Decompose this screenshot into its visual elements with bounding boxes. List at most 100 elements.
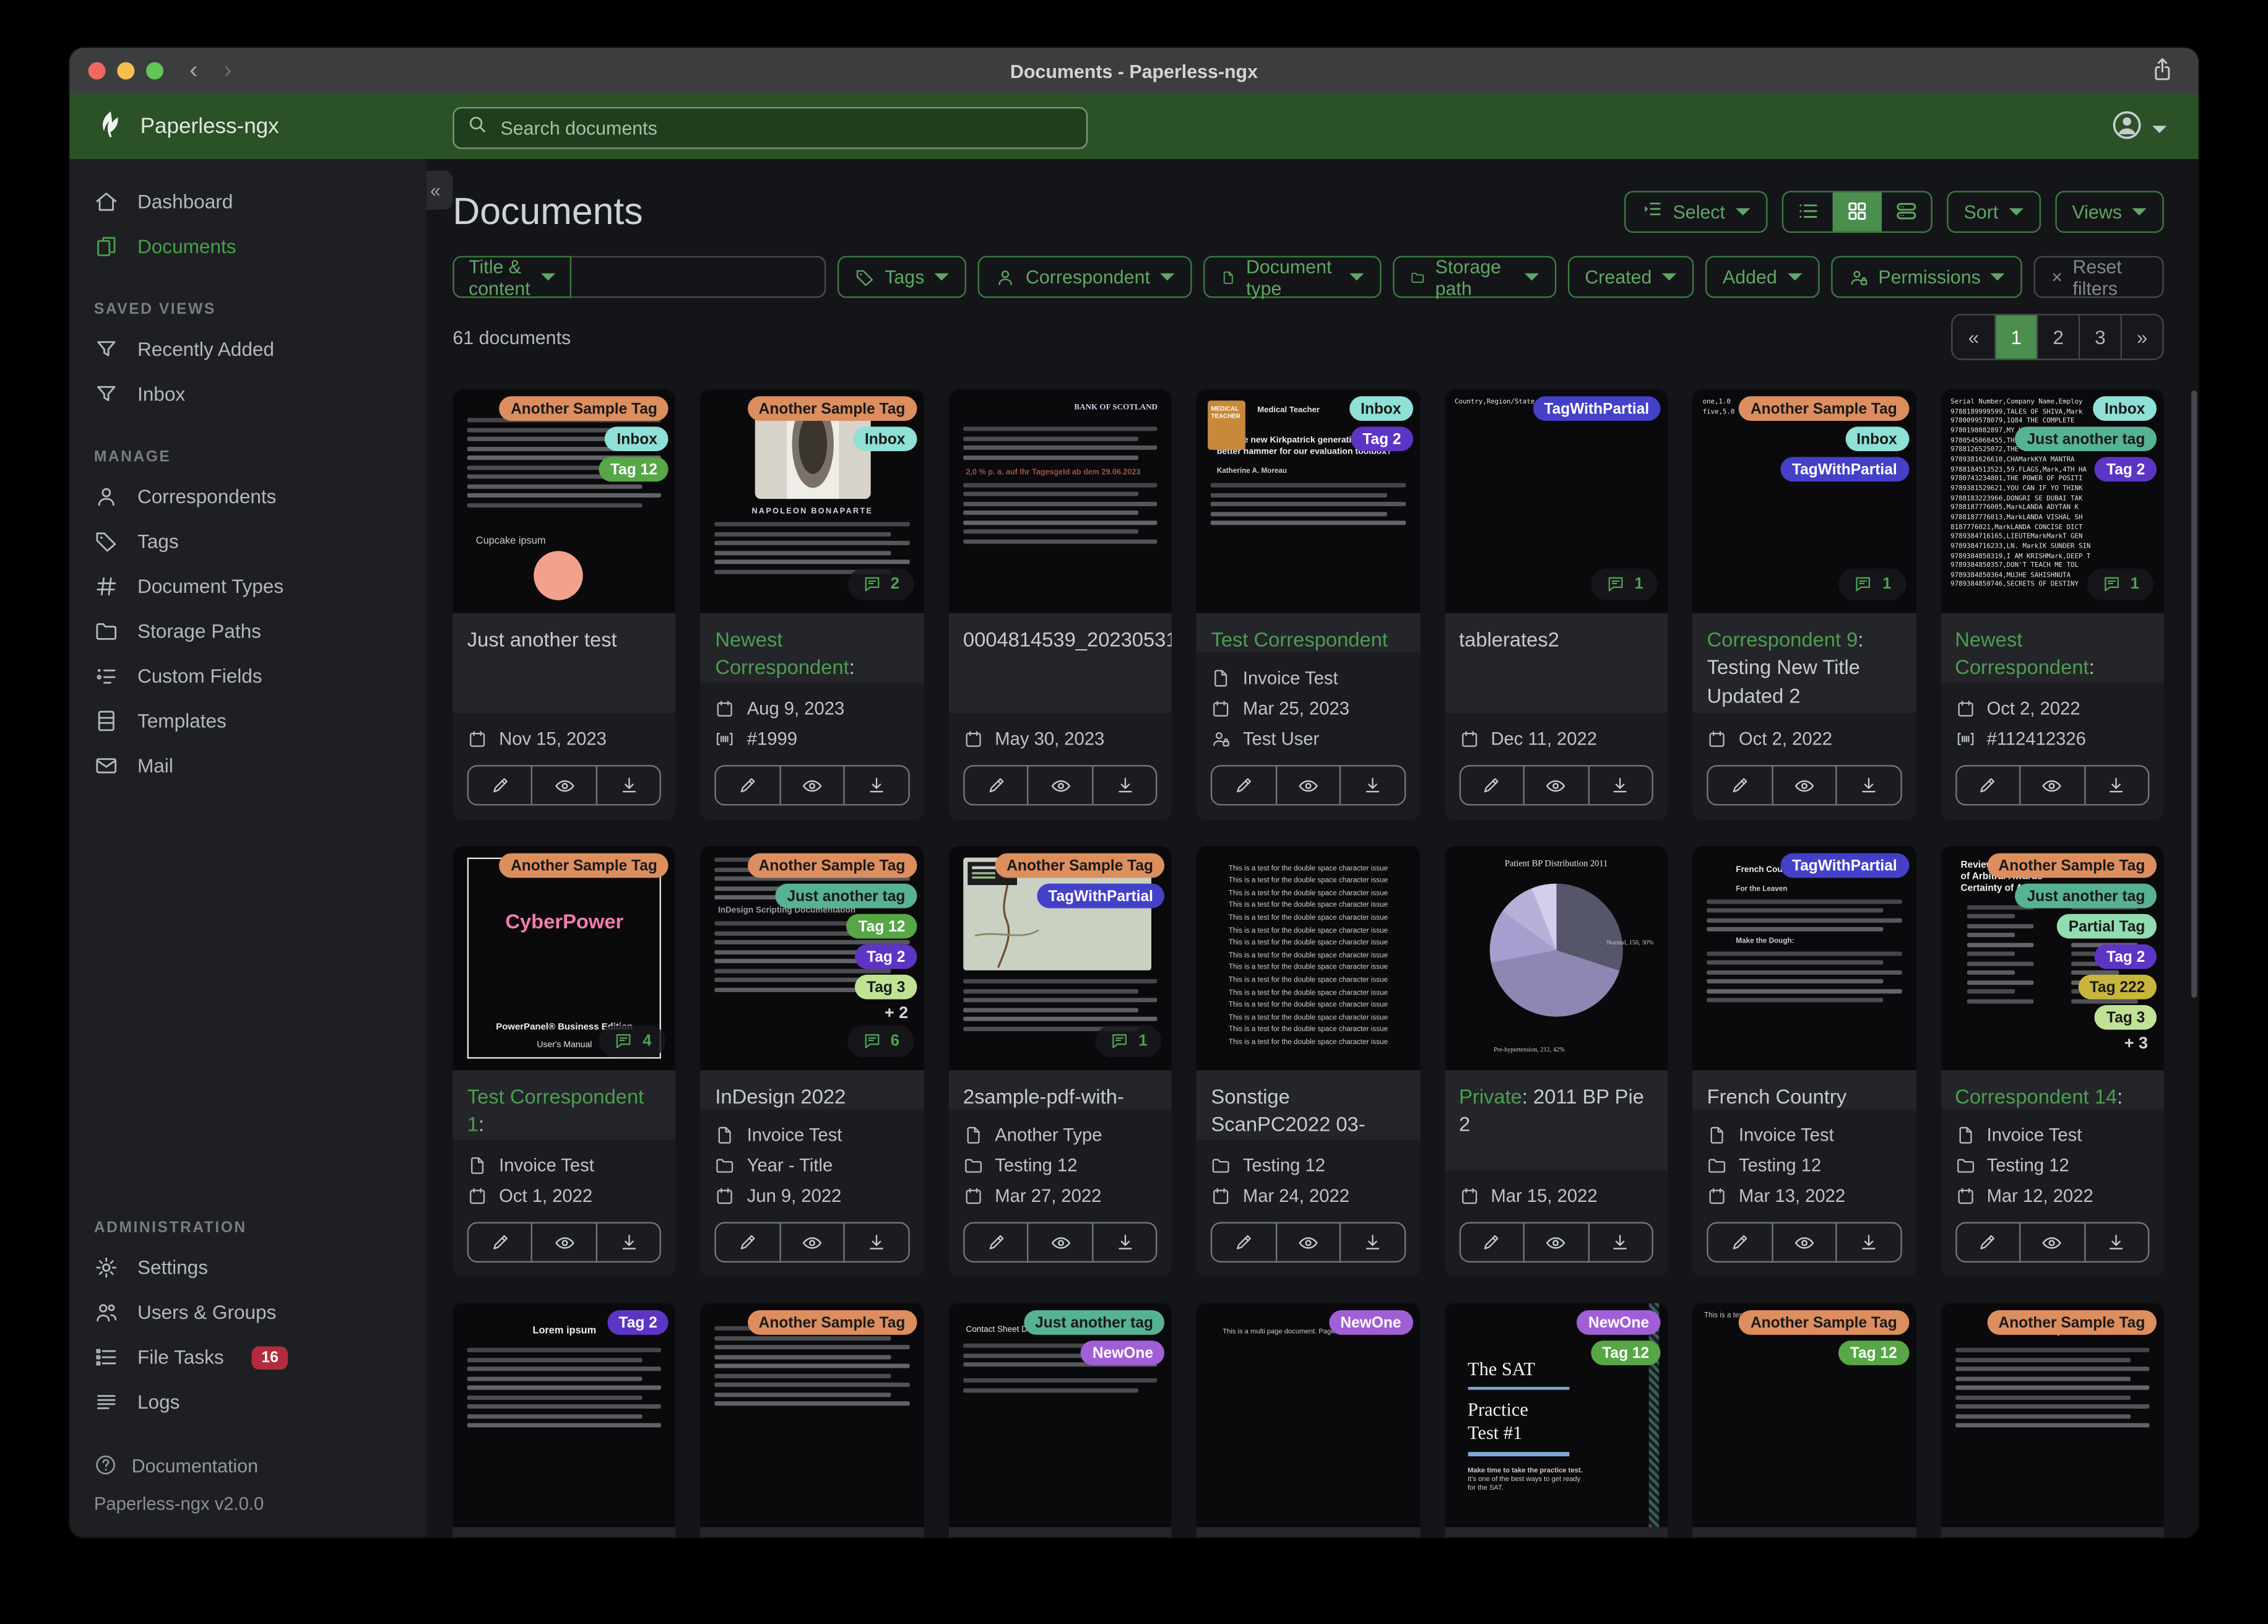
document-card[interactable]: BANK OF SCOTLAND 2,0 % p. a. auf Ihr Tage… <box>948 389 1172 820</box>
download-button[interactable] <box>1340 1223 1404 1261</box>
sidebar-item-recently-added[interactable]: Recently Added <box>69 327 426 371</box>
card-title-block[interactable] <box>1197 1527 1420 1537</box>
document-thumbnail[interactable]: Lorem ipsum Tag 2 <box>452 1303 677 1527</box>
card-title-block[interactable]: InDesign 2022 Scripting Read Me <box>700 1070 924 1110</box>
document-thumbnail[interactable]: The SAT Practice Test #1 Make time to take … <box>1444 1303 1668 1527</box>
tag-pill[interactable]: Tag 2 <box>1351 426 1413 452</box>
document-thumbnail[interactable]: Patient BP Distribution 2011 Normal, 150,… <box>1444 845 1668 1071</box>
card-title-block[interactable] <box>1940 1527 2164 1537</box>
edit-button[interactable] <box>1213 766 1276 804</box>
sidebar-item-document-types[interactable]: Document Types <box>69 564 426 608</box>
tag-pill[interactable]: Tag 2 <box>2095 457 2157 482</box>
card-title-block[interactable] <box>1444 1527 1668 1537</box>
filter-correspondent-button[interactable]: Correspondent <box>977 256 1192 298</box>
sidebar-item-templates[interactable]: Templates <box>69 699 426 743</box>
card-title-block[interactable]: Sonstige ScanPC2022 03-24_081058 <box>1197 1070 1420 1140</box>
tag-pill[interactable]: Inbox <box>605 426 669 452</box>
sidebar-item-correspondents[interactable]: Correspondents <box>69 474 426 519</box>
sidebar-item-users-groups[interactable]: Users & Groups <box>69 1290 426 1334</box>
tag-pill[interactable]: TagWithPartial <box>1780 457 1909 482</box>
view-button[interactable] <box>1027 766 1092 805</box>
download-button[interactable] <box>844 766 908 805</box>
card-correspondent[interactable]: Private <box>1459 1085 1522 1108</box>
download-button[interactable] <box>1340 766 1404 805</box>
document-card[interactable]: Country,Region/State, TagWithPartial 1 tabl… <box>1444 389 1668 820</box>
share-icon[interactable] <box>2149 56 2175 90</box>
pagination-page-3[interactable]: 3 <box>2078 315 2121 359</box>
filter-document-type-button[interactable]: Document type <box>1203 255 1382 299</box>
document-card[interactable]: one,1.0 five,5.0 Another Sample Tag Inbox Ta… <box>1692 389 1916 820</box>
view-button[interactable] <box>2019 766 2084 805</box>
detail-view-button[interactable] <box>1881 192 1930 231</box>
tag-pill[interactable]: Partial Tag <box>2057 914 2157 939</box>
comments-badge[interactable]: 1 <box>2087 568 2154 600</box>
sidebar-item-mail[interactable]: Mail <box>69 743 426 788</box>
document-thumbnail[interactable]: one,1.0 five,5.0 Another Sample Tag Inbox Ta… <box>1692 389 1916 613</box>
edit-button[interactable] <box>964 766 1028 804</box>
download-button[interactable] <box>1091 1223 1156 1261</box>
download-button[interactable] <box>844 1223 908 1261</box>
card-title-block[interactable] <box>948 1527 1172 1537</box>
document-thumbnail[interactable]: Contact Sheet Demo Just another tag NewOne <box>948 1303 1172 1527</box>
tag-pill[interactable]: Just another tag <box>2015 426 2157 452</box>
card-title-block[interactable]: Newest Correspondent: H7_Napoleon_Bonapa… <box>700 613 924 683</box>
card-correspondent[interactable]: Correspondent 9 <box>1707 628 1858 650</box>
document-card[interactable]: Another Sample Tag TagWithPartial 1 2sample… <box>948 845 1172 1277</box>
tag-pill[interactable]: Tag 3 <box>855 974 917 1000</box>
sidebar-item-inbox[interactable]: Inbox <box>69 372 426 417</box>
tag-pill[interactable]: Inbox <box>1845 426 1909 452</box>
document-card[interactable]: This is a test for the double space char… <box>1197 845 1420 1277</box>
document-card[interactable]: French Country Bread For the Leaven Make t… <box>1692 845 1916 1277</box>
view-button[interactable] <box>2019 1223 2084 1261</box>
filter-permissions-button[interactable]: Permissions <box>1830 256 2023 298</box>
tag-pill[interactable]: TagWithPartial <box>1036 883 1165 909</box>
comments-badge[interactable]: 4 <box>599 1025 666 1058</box>
tag-pill[interactable]: NewOne <box>1328 1310 1413 1335</box>
title-content-input[interactable] <box>571 256 826 298</box>
card-correspondent[interactable]: Newest Correspondent <box>715 628 849 679</box>
download-button[interactable] <box>1587 766 1652 805</box>
edit-button[interactable] <box>717 766 780 804</box>
document-thumbnail[interactable]: NAPOLEON BONAPARTE Another Sample Tag Inbo… <box>700 389 924 613</box>
document-thumbnail[interactable]: Another Sample Tag <box>700 1303 924 1527</box>
document-card[interactable]: Serial Number,Company Name,Employ 9788189… <box>1940 389 2164 820</box>
card-title-block[interactable]: Test Correspondent 1: UM_PPBE_en_v29 <box>452 1070 677 1140</box>
view-button[interactable] <box>1771 766 1836 805</box>
card-correspondent[interactable]: Correspondent 14 <box>1955 1085 2117 1108</box>
view-button[interactable] <box>1275 1223 1340 1261</box>
comments-badge[interactable]: 6 <box>847 1025 914 1058</box>
tag-pill[interactable]: Inbox <box>853 426 917 452</box>
filter-tags-button[interactable]: Tags <box>837 256 967 298</box>
tag-pill[interactable]: TagWithPartial <box>1780 853 1909 878</box>
card-correspondent[interactable]: Test Correspondent 1 <box>1211 628 1388 652</box>
edit-button[interactable] <box>717 1224 780 1261</box>
tag-pill[interactable]: Just another tag <box>775 883 917 909</box>
sort-button[interactable]: Sort <box>1946 190 2041 233</box>
tag-pill[interactable]: Tag 222 <box>2078 974 2157 1000</box>
card-title-block[interactable]: tablerates2 <box>1444 613 1668 713</box>
tag-pill[interactable]: Another Sample Tag <box>1739 396 1909 421</box>
document-card[interactable]: NAPOLEON BONAPARTE Another Sample Tag Inbo… <box>700 389 924 820</box>
document-card[interactable]: CyberPower PowerPanel® Business Edition Us… <box>452 845 677 1277</box>
card-correspondent[interactable]: Test Correspondent 1 <box>467 1085 644 1136</box>
document-thumbnail[interactable]: French Country Bread For the Leaven Make t… <box>1692 845 1916 1071</box>
tag-pill[interactable]: Tag 12 <box>1590 1341 1661 1365</box>
view-button[interactable] <box>1027 1223 1092 1261</box>
card-title-block[interactable]: 0004814539_20230531 <box>948 613 1172 713</box>
sidebar-item-documents[interactable]: Documents <box>69 224 426 269</box>
sidebar-item-settings[interactable]: Settings <box>69 1245 426 1290</box>
document-card[interactable]: Lorem ipsumAnother Sample Tag <box>1940 1303 2164 1537</box>
card-title-block[interactable]: Private: 2011 BP Pie 2 <box>1444 1070 1668 1170</box>
card-title-block[interactable]: French Country Bread Revised.docx <box>1692 1070 1916 1110</box>
tag-pill[interactable]: Tag 12 <box>846 914 917 939</box>
tag-pill[interactable]: Another Sample Tag <box>1739 1310 1909 1335</box>
tag-pill[interactable]: TagWithPartial <box>1532 396 1661 421</box>
tag-pill[interactable]: NewOne <box>1577 1310 1661 1335</box>
document-card[interactable]: Review ofof Arbitral AwardsCertainty of … <box>1940 845 2164 1277</box>
sidebar-item-storage-paths[interactable]: Storage Paths <box>69 609 426 654</box>
download-button[interactable] <box>595 766 660 805</box>
download-button[interactable] <box>2084 766 2148 805</box>
tag-pill[interactable]: Another Sample Tag <box>995 853 1165 878</box>
document-thumbnail[interactable]: This is a test for the double space char… <box>1197 845 1420 1071</box>
search-box[interactable] <box>452 106 1088 149</box>
